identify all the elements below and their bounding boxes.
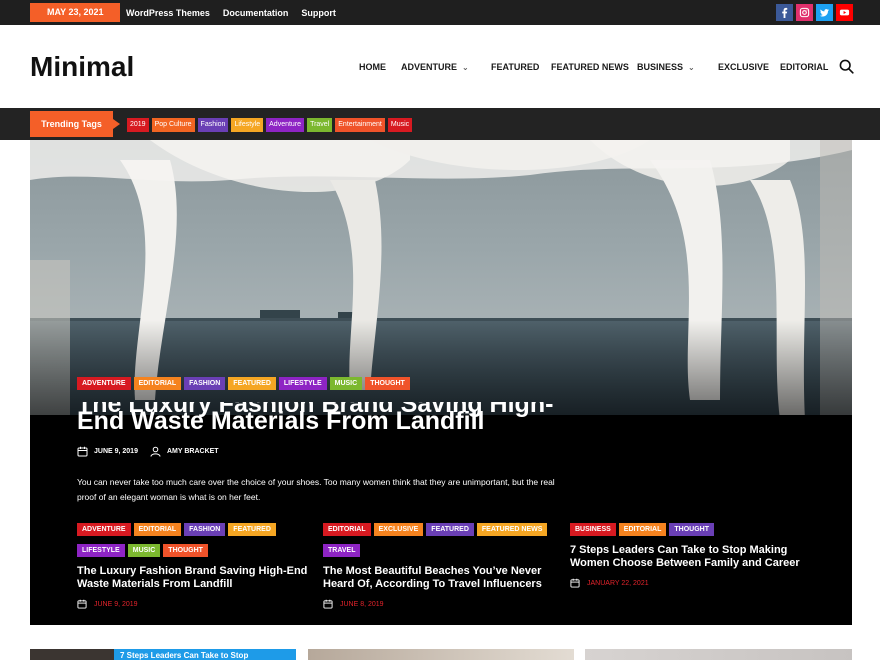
post-thumbnail[interactable] <box>308 649 574 660</box>
nav-item-adventure[interactable]: ADVENTURE ⌄ <box>401 62 469 72</box>
tag-2019[interactable]: 2019 <box>127 118 149 132</box>
instagram-icon[interactable] <box>796 4 813 21</box>
category-badge[interactable]: TRAVEL <box>323 544 361 557</box>
post-thumbnail[interactable] <box>30 649 114 660</box>
card-title[interactable]: 7 Steps Leaders Can Take to Stop Making … <box>570 544 806 570</box>
top-link-documentation[interactable]: Documentation <box>223 8 289 18</box>
category-badge[interactable]: EXCLUSIVE <box>373 523 424 536</box>
hero-overlay-gradient <box>30 320 852 415</box>
nav-item-featured[interactable]: FEATURED <box>491 62 539 72</box>
tag-entertainment[interactable]: Entertainment <box>335 118 385 132</box>
trending-bar: Trending Tags 2019 Pop Culture Fashion L… <box>0 108 880 140</box>
category-badge[interactable]: THOUGHT <box>163 544 208 557</box>
bottom-posts: 7 Steps Leaders Can Take to Stop <box>0 649 880 660</box>
tag-travel[interactable]: Travel <box>307 118 333 132</box>
card-categories: EDITORIAL EXCLUSIVE FEATURED FEATURED NE… <box>323 523 553 557</box>
nav-item-editorial[interactable]: EDITORIAL <box>780 62 828 72</box>
top-link-support[interactable]: Support <box>301 8 336 18</box>
chevron-down-icon: ⌄ <box>462 63 469 72</box>
nav-label: HOME <box>359 62 386 72</box>
nav-item-home[interactable]: HOME <box>359 62 386 72</box>
post-card: ADVENTURE EDITORIAL FASHION FEATURED LIF… <box>77 523 313 609</box>
calendar-icon <box>570 578 580 588</box>
card-title[interactable]: The Most Beautiful Beaches You’ve Never … <box>323 565 559 591</box>
hero-categories: ADVENTURE EDITORIAL FASHION FEATURED LIF… <box>77 377 410 390</box>
card-date[interactable]: JUNE 8, 2019 <box>340 601 384 608</box>
category-badge[interactable]: FEATURED <box>426 523 474 536</box>
category-badge[interactable]: ADVENTURE <box>77 377 131 390</box>
calendar-icon <box>77 599 87 609</box>
hero-meta: JUNE 9, 2019 AMY BRACKET <box>77 446 219 457</box>
category-badge[interactable]: FEATURED <box>228 377 276 390</box>
nav-label: FEATURED <box>491 62 540 72</box>
twitter-icon[interactable] <box>816 4 833 21</box>
chevron-down-icon: ⌄ <box>688 63 695 72</box>
category-badge[interactable]: BUSINESS <box>570 523 616 536</box>
category-badge[interactable]: EDITORIAL <box>133 523 182 536</box>
card-categories: BUSINESS EDITORIAL THOUGHT <box>570 523 800 536</box>
tag-adventure[interactable]: Adventure <box>266 118 305 132</box>
category-badge[interactable]: THOUGHT <box>365 377 410 390</box>
nav-item-exclusive[interactable]: EXCLUSIVE <box>718 62 769 72</box>
date-badge: MAY 23, 2021 <box>30 3 120 22</box>
trending-tags: 2019 Pop Culture Fashion Lifestyle Adven… <box>127 118 413 132</box>
nav-label: EXCLUSIVE <box>718 62 770 72</box>
card-categories: ADVENTURE EDITORIAL FASHION FEATURED LIF… <box>77 523 277 557</box>
post-thumbnail[interactable] <box>585 649 852 660</box>
nav-label: FEATURED NEWS <box>551 62 629 72</box>
calendar-icon <box>77 446 88 457</box>
top-link-wordpress-themes[interactable]: WordPress Themes <box>126 8 210 18</box>
trending-label: Trending Tags <box>30 111 120 137</box>
category-badge[interactable]: LIFESTYLE <box>77 544 125 557</box>
hero-slider: ADVENTURE EDITORIAL FASHION FEATURED LIF… <box>30 140 852 625</box>
tag-pop-culture[interactable]: Pop Culture <box>151 118 195 132</box>
facebook-icon[interactable] <box>776 4 793 21</box>
social-links <box>776 4 853 21</box>
hero-date[interactable]: JUNE 9, 2019 <box>94 448 138 455</box>
tag-music[interactable]: Music <box>387 118 413 132</box>
category-badge[interactable]: MUSIC <box>329 377 363 390</box>
nav-label: BUSINESS <box>637 62 684 72</box>
category-badge[interactable]: FASHION <box>184 523 226 536</box>
card-title[interactable]: The Luxury Fashion Brand Saving High-End… <box>77 565 313 591</box>
category-badge[interactable]: FEATURED <box>228 523 276 536</box>
card-date[interactable]: JUNE 9, 2019 <box>94 601 138 608</box>
nav-label: EDITORIAL <box>780 62 829 72</box>
search-icon[interactable] <box>839 59 854 74</box>
post-card: BUSINESS EDITORIAL THOUGHT 7 Steps Leade… <box>570 523 806 588</box>
tag-lifestyle[interactable]: Lifestyle <box>231 118 264 132</box>
top-bar: MAY 23, 2021 WordPress Themes Documentat… <box>0 0 880 25</box>
card-meta: JANUARY 22, 2021 <box>570 578 806 588</box>
post-card: EDITORIAL EXCLUSIVE FEATURED FEATURED NE… <box>323 523 559 609</box>
category-badge[interactable]: FEATURED NEWS <box>476 523 548 536</box>
hero-excerpt: You can never take too much care over th… <box>77 477 555 502</box>
nav-item-featured-news[interactable]: FEATURED NEWS <box>551 62 629 72</box>
user-icon <box>150 446 161 457</box>
tag-fashion[interactable]: Fashion <box>197 118 229 132</box>
category-badge[interactable]: THOUGHT <box>669 523 715 536</box>
nav-item-business[interactable]: BUSINESS ⌄ <box>637 62 695 72</box>
category-badge[interactable]: ADVENTURE <box>77 523 131 536</box>
site-logo[interactable]: Minimal <box>30 51 134 83</box>
top-links: WordPress Themes Documentation Support <box>126 0 336 25</box>
card-date[interactable]: JANUARY 22, 2021 <box>587 580 649 587</box>
nav-label: ADVENTURE <box>401 62 458 72</box>
category-badge[interactable]: EDITORIAL <box>323 523 371 536</box>
post-teaser-title[interactable]: 7 Steps Leaders Can Take to Stop <box>114 649 296 660</box>
hero-author[interactable]: AMY BRACKET <box>167 448 219 455</box>
category-badge[interactable]: MUSIC <box>127 544 161 557</box>
youtube-icon[interactable] <box>836 4 853 21</box>
category-badge[interactable]: EDITORIAL <box>133 377 182 390</box>
category-badge[interactable]: EDITORIAL <box>618 523 667 536</box>
card-meta: JUNE 8, 2019 <box>323 599 559 609</box>
hero-title[interactable]: The Luxury Fashion Brand Saving High- En… <box>77 402 557 436</box>
calendar-icon <box>323 599 333 609</box>
site-header: Minimal HOME ADVENTURE ⌄ FEATURED FEATURE… <box>0 25 880 108</box>
category-badge[interactable]: LIFESTYLE <box>278 377 327 390</box>
card-meta: JUNE 9, 2019 <box>77 599 313 609</box>
category-badge[interactable]: FASHION <box>184 377 226 390</box>
